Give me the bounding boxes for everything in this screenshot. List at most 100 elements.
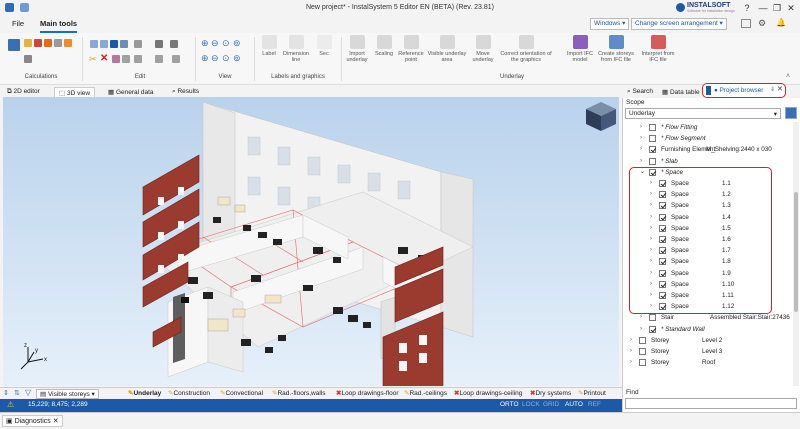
pan-icon[interactable]: ⊙ (222, 53, 230, 64)
copy-icon[interactable] (90, 40, 98, 48)
interpret-ifc-button[interactable]: Interpret from IFC file (638, 35, 678, 63)
layer-tab[interactable]: ✎Rad.-ceilings (404, 389, 447, 397)
menu-main-tools[interactable]: Main tools (40, 19, 78, 33)
group-icon[interactable] (112, 55, 120, 63)
reference-point-button[interactable]: Reference point (397, 35, 425, 63)
expand-arrow-icon[interactable]: › (640, 133, 642, 144)
gear-icon[interactable]: ⚙ (758, 18, 766, 29)
tree-row[interactable]: › * Standard Wall (624, 324, 792, 335)
tree-row[interactable]: › * Flow Fitting (624, 122, 792, 133)
mode-auto[interactable]: AUTO (565, 401, 583, 408)
create-storeys-button[interactable]: Create storeys from IFC file (596, 35, 636, 63)
3d-viewport[interactable]: z x y (3, 97, 619, 386)
scope-dropdown[interactable]: Underlay ▾ (625, 108, 781, 119)
menu-file[interactable]: File (12, 19, 24, 28)
folder-icon[interactable] (24, 39, 32, 47)
correct-orientation-button[interactable]: Correct orientation of the graphics (499, 35, 553, 63)
move-icon[interactable] (155, 55, 163, 63)
tree-checkbox[interactable] (649, 157, 656, 165)
move-underlay-button[interactable]: Move underlay (468, 35, 498, 63)
tree-checkbox[interactable] (649, 135, 656, 143)
warning-icon[interactable]: ⚠ (7, 400, 14, 409)
layer-tab[interactable]: ✎Rad.-floors,walls (272, 389, 326, 397)
ungroup-icon[interactable] (122, 55, 130, 63)
table-icon[interactable] (34, 39, 42, 47)
windows-dropdown[interactable]: Windows ▾ (590, 18, 630, 30)
expand-arrow-icon[interactable]: › (640, 122, 642, 133)
zoom-in-icon[interactable]: ⊕ (201, 38, 209, 49)
layers-icon[interactable]: ⇕ (3, 389, 9, 397)
layer-tab[interactable]: ✖Dry systems (530, 389, 571, 397)
arrange-icon[interactable] (172, 55, 180, 63)
zoom-all-icon[interactable]: ⊚ (233, 38, 241, 49)
mirror-icon[interactable] (120, 40, 128, 48)
tab-project-browser[interactable]: ● Project browser ⇓ ✕ (702, 83, 786, 98)
refresh-browser-icon[interactable] (785, 107, 797, 119)
tab-diagnostics[interactable]: ▣ Diagnostics ✕ (2, 415, 63, 427)
list-icon[interactable] (24, 55, 32, 63)
delete-icon[interactable]: ✕ (100, 53, 108, 64)
tab-search[interactable]: ⌕ Search (623, 87, 657, 98)
mode-lock[interactable]: LOCK (522, 401, 540, 408)
calculate-icon[interactable] (8, 39, 20, 51)
drop-icon[interactable] (54, 39, 62, 47)
pin-icon[interactable]: ⇓ (770, 86, 775, 93)
select-icon[interactable] (110, 40, 118, 48)
properties-icon[interactable] (134, 55, 142, 63)
tree-checkbox[interactable] (649, 146, 656, 154)
refresh-icon[interactable]: ⊚ (233, 53, 241, 64)
tree-row[interactable]: › Storey Level 2 (624, 335, 792, 346)
tree-row[interactable]: › Stair Assembled Stair:Stair:27436 (624, 312, 792, 323)
expand-arrow-icon[interactable]: › (630, 346, 632, 357)
tree-checkbox[interactable] (639, 336, 646, 344)
filter-icon[interactable]: ▽ (25, 388, 31, 397)
tree-checkbox[interactable] (649, 124, 656, 131)
paste-icon[interactable] (100, 40, 108, 48)
storey-up-icon[interactable]: ⇅ (14, 389, 20, 397)
change-arrangement-dropdown[interactable]: Change screen arrangement ▾ (631, 18, 727, 30)
tree-row[interactable]: › Storey Roof (624, 357, 792, 368)
expand-arrow-icon[interactable]: › (640, 324, 642, 335)
zoom-previous-icon[interactable]: ⊕ (201, 53, 209, 64)
align-icon[interactable] (155, 40, 163, 48)
expand-arrow-icon[interactable]: › (640, 144, 642, 155)
layer-tab[interactable]: ✖Loop drawings-ceiling (454, 389, 522, 397)
find-input[interactable] (625, 398, 797, 409)
tree-checkbox[interactable] (639, 359, 646, 367)
tree-checkbox[interactable] (639, 348, 646, 355)
tab-data-table[interactable]: ▦ Data table (658, 87, 704, 98)
scrollbar-thumb[interactable] (794, 192, 798, 312)
expand-arrow-icon[interactable]: › (640, 156, 642, 167)
collapse-ribbon-icon[interactable]: ˄ (786, 73, 790, 80)
visible-underlay-area-button[interactable]: Visible underlay area (427, 35, 467, 63)
scaling-button[interactable]: Scaling (371, 35, 397, 57)
expand-arrow-icon[interactable]: › (630, 357, 632, 368)
tree-row[interactable]: › Storey Level 3 (624, 346, 792, 357)
bell-icon[interactable]: 🔔 (776, 18, 786, 27)
layer-tab[interactable]: ✖Loop drawings-floor (336, 389, 399, 397)
tree-checkbox[interactable] (649, 314, 656, 322)
layer-tab[interactable]: ✎Convectional (220, 389, 263, 397)
layer-tab[interactable]: ✎Construction (168, 389, 210, 397)
tree-checkbox[interactable] (649, 325, 656, 333)
mode-grid[interactable]: GRID (543, 401, 559, 408)
dimension-line-button[interactable]: Dimension line (281, 35, 311, 63)
rotate-icon[interactable] (134, 40, 142, 48)
visible-storeys-dropdown[interactable]: ▤ Visible storeys ▾ (36, 389, 99, 399)
layer-tab[interactable]: ✎Printout (578, 389, 606, 397)
import-ifc-button[interactable]: Import IFC model (566, 35, 594, 63)
close-panel-icon[interactable]: ✕ (777, 85, 783, 93)
tree-scrollbar[interactable] (793, 122, 799, 386)
import-underlay-button[interactable]: Import underlay (344, 35, 370, 63)
zoom-next-icon[interactable]: ⊖ (211, 53, 219, 64)
expand-arrow-icon[interactable]: › (640, 312, 642, 323)
section-button[interactable]: Sec (311, 35, 337, 57)
mode-orto[interactable]: ORTO (500, 401, 519, 408)
cut-icon[interactable]: ✂ (89, 54, 97, 65)
tree-row[interactable]: › Furnishing Element M_Shelving:2440 x 030 (624, 144, 792, 155)
tree-row[interactable]: › * Slab (624, 156, 792, 167)
label-button[interactable]: Label (258, 35, 280, 57)
distribute-icon[interactable] (170, 40, 178, 48)
layout-icon[interactable] (741, 19, 751, 28)
warning-icon[interactable] (44, 39, 52, 47)
